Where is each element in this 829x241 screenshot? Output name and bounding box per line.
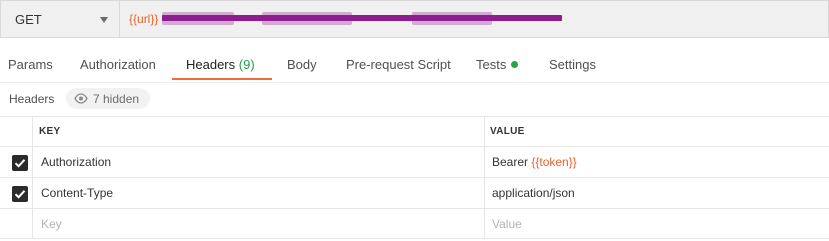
tab-authorization[interactable]: Authorization bbox=[80, 57, 156, 72]
checkmark-icon bbox=[14, 190, 26, 199]
eye-icon bbox=[74, 93, 88, 104]
hidden-count-label: 7 hidden bbox=[93, 92, 140, 106]
header-value-cell[interactable]: Bearer {{token}} bbox=[492, 155, 577, 169]
tab-pre-request-script[interactable]: Pre-request Script bbox=[346, 57, 451, 72]
tab-tests-label: Tests bbox=[476, 57, 507, 72]
tab-params[interactable]: Params bbox=[8, 57, 53, 72]
row-checkbox[interactable] bbox=[12, 186, 28, 202]
url-variable: {{url}} bbox=[129, 12, 159, 26]
header-key-cell[interactable]: Authorization bbox=[41, 155, 111, 169]
redaction-bar bbox=[162, 15, 562, 21]
header-value-text: application/json bbox=[492, 186, 575, 200]
table-bottom-border bbox=[0, 238, 829, 239]
active-tab-indicator bbox=[172, 78, 272, 80]
tab-settings[interactable]: Settings bbox=[549, 57, 596, 72]
header-value-variable: {{token}} bbox=[531, 155, 577, 169]
tab-headers-label: Headers bbox=[186, 57, 236, 72]
column-header-value: VALUE bbox=[490, 126, 525, 137]
column-divider bbox=[484, 117, 485, 239]
tab-headers-count: (9) bbox=[238, 57, 255, 72]
checkmark-icon bbox=[14, 159, 26, 168]
new-key-input[interactable]: Key bbox=[41, 217, 62, 231]
table-row-new: Key Value bbox=[0, 208, 829, 239]
tab-headers[interactable]: Headers (9) bbox=[186, 57, 255, 72]
header-value-text: Bearer bbox=[492, 155, 532, 169]
header-key-cell[interactable]: Content-Type bbox=[41, 186, 113, 200]
chevron-down-icon[interactable] bbox=[100, 17, 108, 23]
headers-section-title: Headers bbox=[9, 92, 55, 106]
hidden-headers-toggle[interactable]: 7 hidden bbox=[66, 88, 150, 109]
request-tabs: Params Authorization Headers (9) Body Pr… bbox=[0, 48, 829, 81]
tabs-divider bbox=[0, 82, 829, 83]
request-url-bar: GET {{url}} bbox=[0, 0, 829, 38]
url-redaction bbox=[162, 12, 562, 26]
status-dot-icon bbox=[511, 61, 519, 68]
header-value-cell[interactable]: application/json bbox=[492, 186, 575, 200]
table-row: Content-Type application/json bbox=[0, 177, 829, 208]
row-checkbox[interactable] bbox=[12, 155, 28, 171]
column-header-key: KEY bbox=[39, 126, 61, 137]
method-select[interactable]: GET bbox=[0, 0, 119, 38]
tab-tests[interactable]: Tests bbox=[476, 57, 519, 72]
column-divider bbox=[32, 117, 33, 239]
table-row: Authorization Bearer {{token}} bbox=[0, 146, 829, 177]
headers-table: KEY VALUE Authorization Bearer {{token}}… bbox=[0, 116, 829, 239]
table-header-row: KEY VALUE bbox=[0, 117, 829, 146]
new-value-input[interactable]: Value bbox=[492, 217, 522, 231]
tab-body[interactable]: Body bbox=[287, 57, 317, 72]
method-label: GET bbox=[15, 12, 42, 27]
url-input[interactable]: {{url}} bbox=[119, 0, 829, 38]
